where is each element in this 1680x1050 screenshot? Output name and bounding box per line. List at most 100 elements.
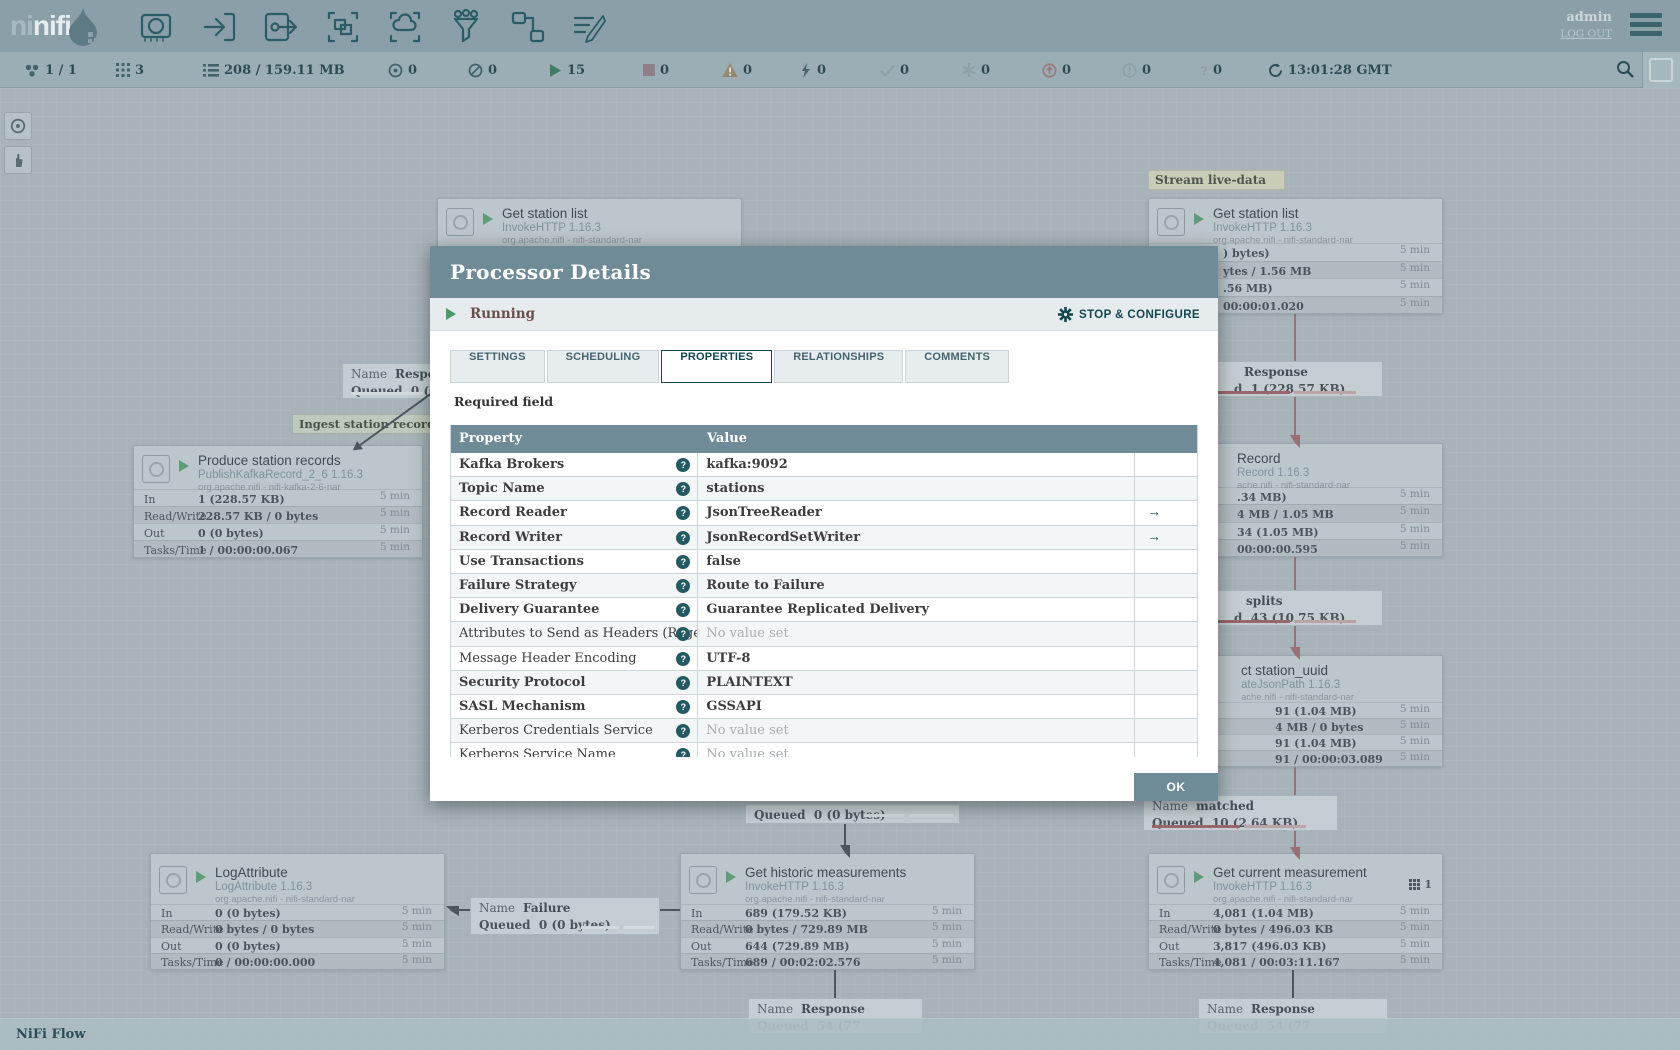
connection-name-key: Name: [351, 367, 388, 381]
drag-label-icon[interactable]: [570, 8, 608, 46]
panel-toggle-button[interactable]: [1649, 58, 1673, 82]
property-row[interactable]: Kerberos Credentials Service? No value s…: [451, 719, 1197, 744]
processor-type: InvokeHTTP 1.16.3: [1213, 881, 1312, 893]
refresh-status[interactable]: 13:01:28 GMT: [1268, 52, 1392, 88]
dialog-tab[interactable]: SETTINGS: [450, 350, 545, 383]
drag-process-group-icon[interactable]: [324, 8, 362, 46]
breadcrumb[interactable]: NiFi Flow: [16, 1027, 86, 1042]
property-row[interactable]: Delivery Guarantee? Guarantee Replicated…: [451, 598, 1197, 623]
processor-bundle: org.apache.nifi - nifi-standard-nar: [502, 235, 642, 246]
property-value[interactable]: No value set: [698, 622, 1136, 646]
processor-name: Record: [1237, 451, 1281, 466]
drag-funnel-icon[interactable]: [447, 8, 485, 46]
property-row[interactable]: Security Protocol? PLAINTEXT →: [451, 670, 1197, 695]
property-row[interactable]: Kafka Brokers? kafka:9092 →: [451, 453, 1197, 478]
dialog-header: Processor Details: [430, 246, 1218, 298]
property-value[interactable]: stations: [698, 477, 1136, 501]
ok-button[interactable]: OK: [1134, 773, 1218, 801]
drag-processor-icon[interactable]: [137, 8, 175, 46]
property-name: Kafka Brokers: [459, 457, 565, 472]
arrowhead-icon: [1290, 847, 1300, 860]
dialog-tab[interactable]: PROPERTIES: [661, 350, 773, 383]
help-icon[interactable]: ?: [676, 578, 691, 593]
dialog-tab[interactable]: RELATIONSHIPS: [774, 350, 904, 383]
processor-name: Produce station records: [198, 453, 341, 468]
connection-line: [1294, 767, 1296, 795]
property-row[interactable]: Failure Strategy? Route to Failure →: [451, 573, 1197, 599]
panel-zone: [1642, 52, 1680, 88]
help-icon[interactable]: ?: [676, 530, 691, 545]
logout-link[interactable]: LOG OUT: [1560, 28, 1612, 40]
help-icon[interactable]: ?: [676, 482, 691, 497]
connection-name-key: Name: [1207, 1002, 1244, 1016]
property-value[interactable]: UTF-8: [698, 646, 1136, 670]
property-row[interactable]: SASL Mechanism? GSSAPI →: [451, 694, 1197, 720]
property-name: Kerberos Credentials Service: [459, 723, 653, 739]
help-icon[interactable]: ?: [676, 458, 691, 472]
property-row[interactable]: Topic Name? stations →: [451, 477, 1197, 502]
property-row[interactable]: Record Reader? JsonTreeReader →: [451, 501, 1197, 526]
property-value[interactable]: Route to Failure: [698, 573, 1136, 598]
property-row[interactable]: Kerberos Service Name? No value set →: [451, 743, 1197, 757]
connection-label-failure[interactable]: Name Failure Queued 0 (0 bytes): [470, 897, 660, 935]
processor-type: InvokeHTTP 1.16.3: [745, 881, 844, 893]
property-row[interactable]: Use Transactions? false →: [451, 549, 1197, 574]
processor-details-dialog: Processor Details Running STOP & CONFIGU…: [430, 246, 1218, 801]
processor-get-historic-measurements[interactable]: Get historic measurements InvokeHTTP 1.1…: [680, 853, 975, 970]
processor-type-icon: [689, 866, 717, 894]
help-icon[interactable]: ?: [676, 506, 691, 521]
help-icon[interactable]: ?: [676, 651, 691, 666]
processor-logattribute[interactable]: LogAttribute LogAttribute 1.16.3 org.apa…: [150, 853, 445, 970]
processor-produce-station-records[interactable]: Produce station records PublishKafkaReco…: [133, 445, 423, 558]
dialog-tab[interactable]: COMMENTS: [905, 350, 1010, 383]
help-icon[interactable]: ?: [676, 675, 691, 690]
drag-template-icon[interactable]: [509, 8, 547, 46]
drag-remote-process-group-icon[interactable]: [386, 8, 424, 46]
stream-live-data-label[interactable]: Stream live-data: [1148, 170, 1285, 190]
drag-input-port-icon[interactable]: [201, 8, 239, 46]
drag-output-port-icon[interactable]: [262, 8, 300, 46]
dialog-tab[interactable]: SCHEDULING: [546, 350, 660, 383]
help-icon[interactable]: ?: [676, 699, 691, 714]
search-icon[interactable]: [1616, 60, 1634, 83]
processor-name: LogAttribute: [215, 865, 288, 880]
processor-get-current-measurement[interactable]: Get current measurement InvokeHTTP 1.16.…: [1148, 853, 1443, 970]
help-icon[interactable]: ?: [676, 554, 691, 569]
property-value[interactable]: JsonTreeReader: [698, 501, 1136, 525]
connection-label-response[interactable]: Response d 1 (228.57 KB): [1193, 361, 1383, 397]
invalid-count: 0: [722, 52, 752, 88]
connection-name-value: matched: [1196, 799, 1255, 813]
property-value[interactable]: kafka:9092: [698, 453, 1136, 477]
property-value[interactable]: false: [698, 549, 1136, 573]
property-value[interactable]: No value set: [698, 743, 1136, 757]
connection-label-splits[interactable]: splits d 43 (10.75 KB): [1193, 590, 1383, 626]
property-value[interactable]: JsonRecordSetWriter: [698, 525, 1136, 549]
connection-name-value: Response: [801, 1002, 865, 1016]
help-icon[interactable]: ?: [676, 724, 691, 739]
help-icon[interactable]: ?: [676, 603, 691, 618]
properties-table: Property Value Kafka Brokers? kafka:9092…: [450, 425, 1198, 757]
operate-palette-button[interactable]: [4, 146, 32, 174]
property-row[interactable]: Record Writer? JsonRecordSetWriter →: [451, 525, 1197, 550]
global-menu-button[interactable]: [1630, 13, 1662, 39]
property-value[interactable]: PLAINTEXT: [698, 670, 1136, 694]
processor-stat-row: In 1 (228.57 KB) 5 min: [134, 489, 422, 506]
property-value[interactable]: GSSAPI: [698, 694, 1136, 719]
property-row[interactable]: Attributes to Send as Headers (Regex)? N…: [451, 622, 1197, 647]
property-value[interactable]: No value set: [698, 719, 1136, 743]
processor-type-icon: [159, 866, 187, 894]
navigate-palette-button[interactable]: [4, 112, 32, 140]
connection-label-unnamed[interactable]: Queued 0 (0 bytes): [745, 804, 960, 824]
ingest-station-records-label[interactable]: Ingest station records: [292, 414, 449, 434]
processor-stat-row: Read/Write0 bytes / 729.89 MB 5 min: [681, 920, 974, 937]
processor-stat-row: In 4,081 (1.04 MB) 5 min: [1149, 904, 1442, 920]
help-icon[interactable]: ?: [676, 748, 691, 757]
goto-service-icon[interactable]: →: [1135, 528, 1161, 544]
property-value[interactable]: Guarantee Replicated Delivery: [698, 598, 1136, 622]
cluster-node-badge: 1: [1409, 878, 1432, 891]
goto-service-icon[interactable]: →: [1135, 503, 1161, 519]
stop-and-configure-button[interactable]: STOP & CONFIGURE: [1058, 298, 1200, 331]
processor-type: InvokeHTTP 1.16.3: [502, 222, 601, 234]
processor-name: Get station list: [1213, 206, 1299, 221]
property-row[interactable]: Message Header Encoding? UTF-8 →: [451, 646, 1197, 671]
